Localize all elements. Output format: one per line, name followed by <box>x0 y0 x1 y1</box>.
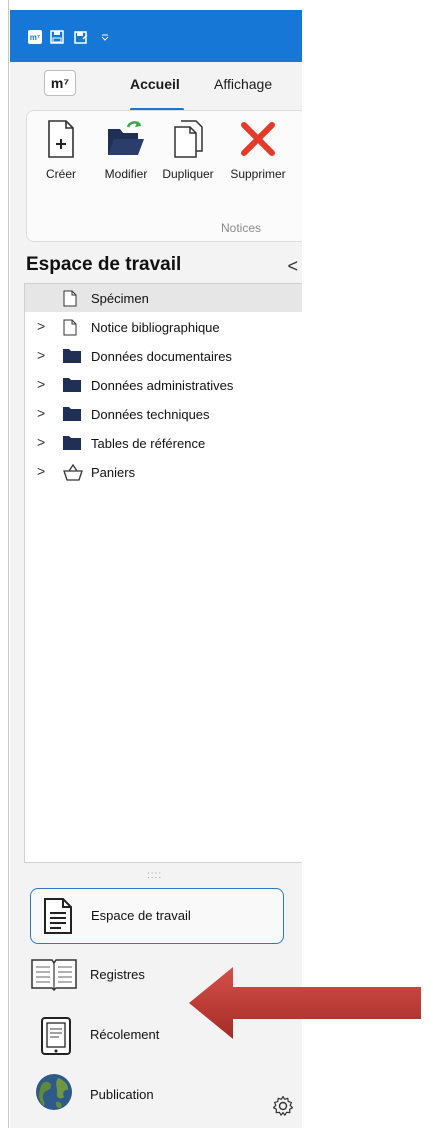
chevron-right-icon[interactable]: > <box>37 434 45 450</box>
tree-item-notice-bibliographique[interactable]: > Notice bibliographique <box>25 313 302 341</box>
tree-item-label: Paniers <box>91 465 136 480</box>
ribbon-panel: Créer Modifier Dupliquer Supprimer Notic… <box>26 110 302 242</box>
basket-icon <box>63 464 83 481</box>
tree-item-paniers[interactable]: > Paniers <box>25 458 302 486</box>
app-logo-icon[interactable]: m⁷ <box>28 30 42 44</box>
collapse-panel-button[interactable]: < <box>287 256 298 277</box>
nav-label: Récolement <box>90 1027 160 1042</box>
document-icon <box>63 290 77 307</box>
folder-icon <box>63 436 81 450</box>
workspace-header: Espace de travail < <box>26 254 302 280</box>
chevron-right-icon[interactable]: > <box>37 463 45 479</box>
nav-label: Publication <box>90 1087 154 1102</box>
settings-gear-icon[interactable] <box>272 1095 294 1117</box>
tree-item-label: Notice bibliographique <box>91 320 220 335</box>
workspace-document-icon <box>44 898 72 934</box>
create-label: Créer <box>45 167 76 181</box>
tab-affichage[interactable]: Affichage <box>214 76 272 92</box>
document-icon <box>63 319 77 336</box>
tree-item-donnees-documentaires[interactable]: > Données documentaires <box>25 342 302 370</box>
delete-label: Supprimer <box>230 167 286 181</box>
annotation-arrow <box>189 967 421 1039</box>
app-window: m⁷ m⁷ Accueil Affichage Créer Modifier D… <box>10 10 302 1128</box>
tablet-icon <box>41 1017 71 1055</box>
tree-item-label: Données documentaires <box>91 349 232 364</box>
customize-dropdown-icon[interactable] <box>98 30 112 44</box>
folder-icon <box>63 407 81 421</box>
app-menu-logo[interactable]: m⁷ <box>44 70 76 96</box>
chevron-right-icon[interactable]: > <box>37 318 45 334</box>
chevron-right-icon[interactable]: > <box>37 347 45 363</box>
tree-item-donnees-techniques[interactable]: > Données techniques <box>25 400 302 428</box>
duplicate-label: Dupliquer <box>162 167 214 181</box>
duplicate-icon <box>174 120 203 158</box>
tree-item-label: Données administratives <box>91 378 234 393</box>
create-document-icon <box>48 120 74 158</box>
folder-icon <box>63 378 81 392</box>
duplicate-button[interactable]: Dupliquer <box>157 119 219 199</box>
tree-item-label: Données techniques <box>91 407 210 422</box>
nav-label: Registres <box>90 967 145 982</box>
tab-accueil[interactable]: Accueil <box>130 76 180 92</box>
globe-icon <box>36 1074 72 1110</box>
chevron-right-icon[interactable]: > <box>37 405 45 421</box>
tree-item-donnees-administratives[interactable]: > Données administratives <box>25 371 302 399</box>
edit-label: Modifier <box>104 167 148 181</box>
window-edge-line <box>8 0 9 1128</box>
nav-publication[interactable]: Publication <box>30 1068 282 1122</box>
book-icon <box>31 959 77 992</box>
save-as-icon[interactable] <box>74 30 88 44</box>
tree-item-specimen[interactable]: Spécimen <box>25 284 302 312</box>
tree-item-tables-de-reference[interactable]: > Tables de référence <box>25 429 302 457</box>
save-icon[interactable] <box>50 30 64 44</box>
delete-button[interactable]: Supprimer <box>227 119 289 199</box>
edit-folder-icon <box>108 121 144 155</box>
workspace-tree: Spécimen > Notice bibliographique > Donn… <box>24 283 302 863</box>
nav-label: Espace de travail <box>91 908 191 923</box>
quick-access-toolbar: m⁷ <box>10 10 302 62</box>
edit-button[interactable]: Modifier <box>97 119 155 199</box>
folder-icon <box>63 349 81 363</box>
ribbon-tab-bar: m⁷ Accueil Affichage <box>10 62 302 111</box>
delete-icon <box>241 122 275 156</box>
page-title: Espace de travail <box>26 254 182 275</box>
tree-item-label: Spécimen <box>91 291 149 306</box>
chevron-right-icon[interactable]: > <box>37 376 45 392</box>
panel-splitter-handle[interactable]: :::: <box>147 870 162 881</box>
ribbon-group-label: Notices <box>221 221 262 235</box>
create-button[interactable]: Créer <box>41 119 81 199</box>
tree-item-label: Tables de référence <box>91 436 206 451</box>
nav-espace-de-travail[interactable]: Espace de travail <box>30 888 284 944</box>
